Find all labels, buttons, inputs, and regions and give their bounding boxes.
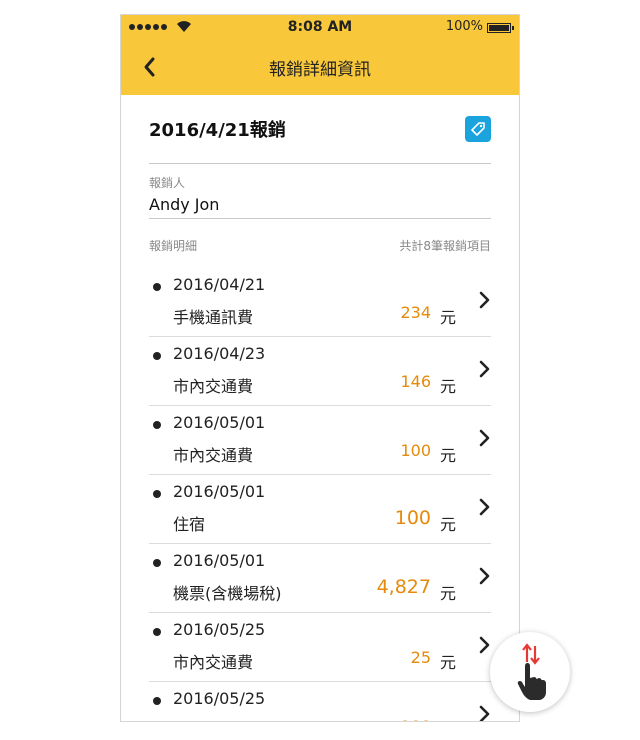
chevron-right-icon [479,636,490,654]
expense-item[interactable]: 2016/05/25 市內交通費 25 元 [149,613,491,682]
tag-button[interactable] [465,116,491,142]
bullet-icon [153,559,161,567]
expense-amount: 100 [394,507,431,529]
report-title: 2016/4/21報銷 [149,120,286,141]
claimant-field: 報銷人 Andy Jon [149,164,491,219]
expense-name: 住宿 [173,515,206,534]
bullet-icon [153,697,161,705]
expense-name: 市內交通費 [173,446,254,465]
bullet-icon [153,490,161,498]
expense-item[interactable]: 2016/05/01 機票(含機場稅) 4,827 元 [149,544,491,613]
report-header: 2016/4/21報銷 [149,95,491,164]
expense-name: 市內交通費 [173,653,254,672]
main-content: 2016/4/21報銷 報銷人 Andy Jon 報銷明細 共計8筆報銷項目 2… [121,95,519,721]
expense-unit: 元 [439,515,456,534]
chevron-right-icon [479,291,490,309]
expense-item[interactable]: 2016/05/25 住宿 188 元 [149,682,491,721]
expense-unit: 元 [440,718,456,721]
expense-date: 2016/04/23 [173,344,266,363]
swipe-gesture-button[interactable] [490,632,570,712]
expense-unit: 元 [439,308,456,327]
bullet-icon [153,628,161,636]
bullet-icon [153,421,161,429]
claimant-label: 報銷人 [149,176,186,190]
bullet-icon [153,283,161,291]
expense-date: 2016/05/25 [173,620,266,639]
expense-amount: 25 [410,648,431,667]
status-bar: 8:08 AM 100% [121,15,519,41]
expense-name: 住宿 [173,718,205,721]
details-label: 報銷明細 [149,239,198,253]
expense-name: 機票(含機場稅) [173,584,282,603]
details-header: 報銷明細 共計8筆報銷項目 [149,219,491,268]
nav-bar: 報銷詳細資訊 [121,41,519,95]
expense-unit: 元 [439,446,456,465]
expense-amount: 4,827 [376,576,431,598]
bullet-icon [153,352,161,360]
expense-date: 2016/04/21 [173,275,266,294]
tag-icon [471,122,485,136]
expense-item[interactable]: 2016/04/23 市內交通費 146 元 [149,337,491,406]
expense-amount: 100 [400,441,431,460]
chevron-right-icon [479,498,490,516]
expense-amount: 188 [400,717,431,721]
expense-unit: 元 [439,377,456,396]
battery-icon [487,23,514,33]
expense-amount: 146 [400,372,431,391]
expense-item[interactable]: 2016/05/01 市內交通費 100 元 [149,406,491,475]
phone-screen: 8:08 AM 100% 報銷詳細資訊 2016/4/21報銷 報銷人 Andy… [120,14,520,722]
expense-amount: 234 [400,303,431,322]
claimant-name: Andy Jon [149,195,220,214]
expense-date: 2016/05/01 [173,551,266,570]
expense-date: 2016/05/25 [173,689,266,708]
expense-name: 市內交通費 [173,377,254,396]
expense-name: 手機通訊費 [173,308,254,327]
chevron-right-icon [479,705,490,721]
expense-list: 2016/04/21 手機通訊費 234 元 2016/04/23 市內交通費 … [149,268,491,721]
expense-date: 2016/05/01 [173,413,266,432]
chevron-right-icon [479,360,490,378]
expense-unit: 元 [439,653,456,672]
expense-unit: 元 [439,584,456,603]
details-summary: 共計8筆報銷項目 [399,239,491,253]
expense-item[interactable]: 2016/05/01 住宿 100 元 [149,475,491,544]
swipe-vertical-hand-icon [517,643,546,700]
page-title: 報銷詳細資訊 [269,60,371,80]
expense-date: 2016/05/01 [173,482,266,501]
battery-percent: 100% [445,19,483,34]
chevron-right-icon [479,567,490,585]
chevron-right-icon [479,429,490,447]
expense-item[interactable]: 2016/04/21 手機通訊費 234 元 [149,268,491,337]
